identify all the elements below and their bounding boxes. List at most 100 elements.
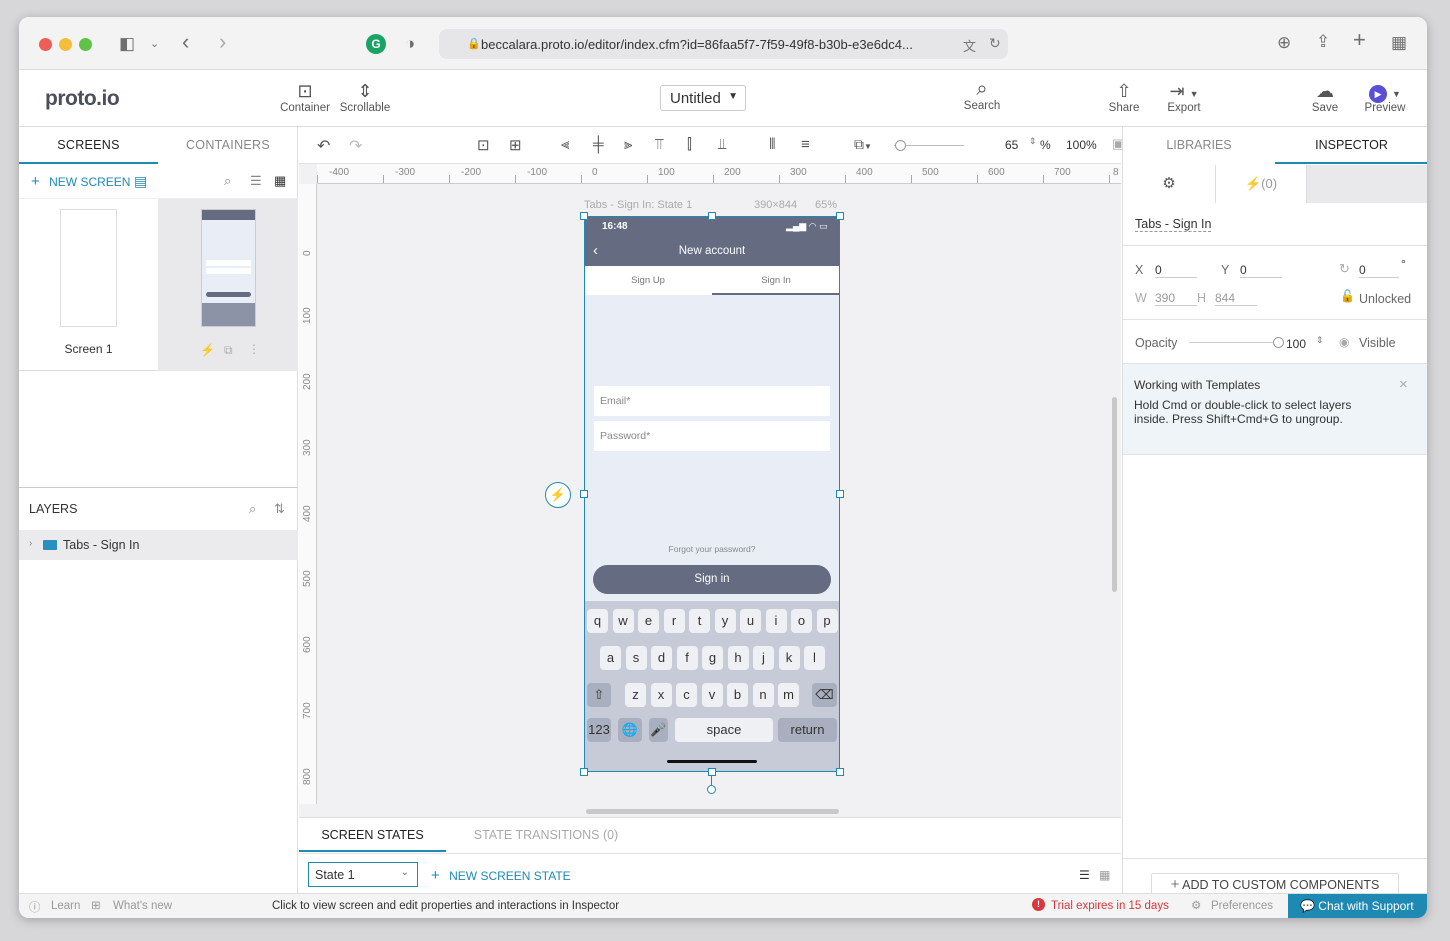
screen-card-2[interactable]: ⚡ ⧉ ⋮ bbox=[158, 199, 298, 371]
search-icon[interactable]: ⌕ bbox=[249, 501, 256, 517]
phone-screen[interactable]: 16:48 ▂▄▆ ◠ ▭ ‹ New account Sign Up Sign… bbox=[584, 216, 840, 772]
key-r[interactable]: r bbox=[663, 609, 685, 633]
minimize-window-button[interactable] bbox=[59, 38, 72, 51]
tab-signin[interactable]: Sign In bbox=[712, 275, 840, 286]
key-d[interactable]: d bbox=[651, 646, 672, 670]
lock-icon[interactable]: 🔓 bbox=[1340, 289, 1355, 303]
visible-label[interactable]: Visible bbox=[1359, 336, 1396, 350]
screen-card-1[interactable]: Screen 1 bbox=[19, 199, 158, 371]
group-icon[interactable]: ⊡ bbox=[477, 136, 490, 154]
key-b[interactable]: b bbox=[727, 683, 748, 707]
export-button[interactable]: ⇥ ▼ Export bbox=[1159, 80, 1209, 114]
zoom-input[interactable]: 65 bbox=[1005, 138, 1018, 152]
template-icon[interactable]: ▤ bbox=[134, 173, 147, 190]
preferences-link[interactable]: Preferences bbox=[1211, 900, 1273, 912]
key-e[interactable]: e bbox=[638, 609, 659, 633]
tab-containers[interactable]: CONTAINERS bbox=[158, 127, 298, 164]
new-tab-icon[interactable]: + bbox=[1353, 29, 1366, 51]
signin-button[interactable]: Sign in bbox=[593, 565, 831, 594]
key-o[interactable]: o bbox=[791, 609, 812, 633]
properties-icon[interactable]: ⚙ bbox=[1123, 165, 1215, 203]
sidebar-toggle-icon[interactable]: ◧ bbox=[119, 34, 135, 54]
key-t[interactable]: t bbox=[689, 609, 710, 633]
tab-screens[interactable]: SCREENS bbox=[19, 127, 158, 164]
password-field[interactable]: Password* bbox=[594, 421, 830, 451]
reload-icon[interactable]: ↻ bbox=[989, 35, 1001, 52]
redo-icon[interactable]: ↷ bbox=[349, 136, 362, 156]
numbers-key[interactable]: 123 bbox=[587, 718, 611, 742]
align-center-icon[interactable]: ╪ bbox=[593, 136, 604, 153]
backspace-key-icon[interactable]: ⌫ bbox=[812, 683, 837, 707]
eye-icon[interactable]: ◉ bbox=[1339, 335, 1349, 349]
forward-icon[interactable]: › bbox=[219, 31, 226, 53]
align-left-icon[interactable]: ⫷ bbox=[561, 136, 569, 153]
chevron-right-icon[interactable]: › bbox=[29, 538, 32, 549]
list-view-icon[interactable]: ☰ bbox=[250, 173, 262, 189]
resize-handle[interactable] bbox=[580, 490, 588, 498]
chevron-down-icon[interactable]: ⌄ bbox=[150, 34, 159, 54]
element-name[interactable]: Tabs - Sign In bbox=[1135, 217, 1212, 232]
ungroup-icon[interactable]: ⊞ bbox=[509, 136, 522, 154]
close-icon[interactable]: × bbox=[1399, 376, 1408, 393]
resize-handle[interactable] bbox=[580, 212, 588, 220]
undo-icon[interactable]: ↶ bbox=[317, 136, 330, 156]
preview-button[interactable]: ▶ ▼ Preview bbox=[1357, 80, 1413, 114]
container-button[interactable]: ⊡ Container bbox=[279, 80, 331, 114]
whats-new-link[interactable]: What's new bbox=[113, 900, 172, 912]
shift-key-icon[interactable]: ⇧ bbox=[587, 683, 611, 707]
tab-signup[interactable]: Sign Up bbox=[584, 275, 712, 286]
stepper-icon[interactable]: ⇕ bbox=[1029, 136, 1037, 147]
key-m[interactable]: m bbox=[778, 683, 799, 707]
close-window-button[interactable] bbox=[39, 38, 52, 51]
translate-icon[interactable]: 文 bbox=[963, 36, 976, 55]
key-l[interactable]: l bbox=[804, 646, 825, 670]
distribute-h-icon[interactable]: ⦀ bbox=[769, 136, 776, 153]
key-w[interactable]: w bbox=[612, 609, 634, 633]
key-h[interactable]: h bbox=[727, 646, 749, 670]
interactions-tab[interactable]: ⚡(0) bbox=[1215, 165, 1307, 203]
opacity-input[interactable]: 100 bbox=[1286, 337, 1306, 351]
align-right-icon[interactable]: ⫸ bbox=[624, 136, 632, 153]
mic-key-icon[interactable]: 🎤 bbox=[649, 718, 668, 742]
resize-handle[interactable] bbox=[708, 212, 716, 220]
layer-row[interactable]: › Tabs - Sign In bbox=[19, 530, 298, 560]
lightning-icon[interactable]: ⚡ bbox=[200, 343, 215, 357]
resize-handle[interactable] bbox=[580, 768, 588, 776]
sort-icon[interactable]: ⇅ bbox=[274, 501, 285, 517]
key-x[interactable]: x bbox=[650, 683, 672, 707]
grid-view-icon[interactable]: ▦ bbox=[274, 173, 286, 189]
download-icon[interactable]: ⊕ bbox=[1277, 33, 1291, 53]
logo[interactable]: proto.io bbox=[45, 87, 120, 111]
globe-key-icon[interactable]: 🌐 bbox=[618, 718, 642, 742]
key-g[interactable]: g bbox=[702, 646, 723, 670]
grammarly-icon[interactable]: G bbox=[366, 34, 386, 54]
horizontal-scrollbar[interactable] bbox=[586, 809, 839, 814]
zoom-100-button[interactable]: 100% bbox=[1066, 138, 1097, 152]
resize-handle[interactable] bbox=[708, 768, 716, 776]
share-button[interactable]: ⇧ Share bbox=[1101, 80, 1147, 114]
more-icon[interactable]: ⋮ bbox=[248, 342, 260, 356]
email-field[interactable]: Email* bbox=[594, 386, 830, 416]
trial-link[interactable]: Trial expires in 15 days bbox=[1051, 900, 1169, 912]
key-u[interactable]: u bbox=[740, 609, 761, 633]
project-title-dropdown[interactable]: Untitled ▼ bbox=[660, 85, 746, 111]
zoom-slider[interactable] bbox=[894, 140, 964, 151]
search-button[interactable]: ⌕ Search bbox=[957, 78, 1007, 112]
search-icon[interactable]: ⌕ bbox=[224, 173, 231, 189]
new-screen-state-button[interactable]: + NEW SCREEN STATE bbox=[431, 867, 571, 884]
key-v[interactable]: v bbox=[701, 683, 723, 707]
grid-view-icon[interactable]: ▦ bbox=[1099, 868, 1110, 882]
learn-link[interactable]: Learn bbox=[51, 900, 80, 912]
tab-state-transitions[interactable]: STATE TRANSITIONS (0) bbox=[451, 818, 641, 852]
key-z[interactable]: z bbox=[625, 683, 646, 707]
shield-icon[interactable]: ◑ bbox=[405, 34, 415, 54]
key-n[interactable]: n bbox=[752, 683, 774, 707]
list-view-icon[interactable]: ☰ bbox=[1079, 868, 1090, 882]
key-k[interactable]: k bbox=[778, 646, 800, 670]
duplicate-icon[interactable]: ⧉ bbox=[224, 343, 233, 358]
tab-overview-icon[interactable]: ▦ bbox=[1391, 33, 1407, 53]
key-j[interactable]: j bbox=[753, 646, 774, 670]
key-s[interactable]: s bbox=[625, 646, 647, 670]
resize-handle[interactable] bbox=[836, 768, 844, 776]
tab-libraries[interactable]: LIBRARIES bbox=[1123, 127, 1275, 164]
